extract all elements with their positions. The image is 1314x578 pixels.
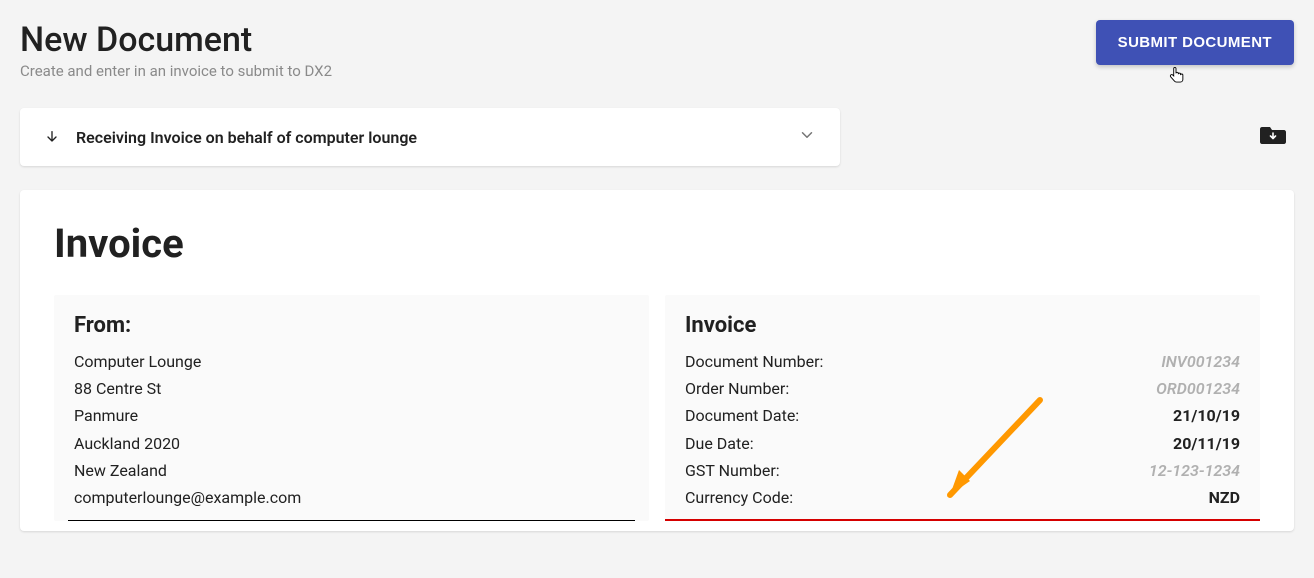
page-subtitle: Create and enter in an invoice to submit… xyxy=(20,62,332,80)
due-date-label: Due Date: xyxy=(685,430,754,457)
currency-code-value: NZD xyxy=(1209,484,1240,511)
order-number-label: Order Number: xyxy=(685,375,789,402)
receiving-invoice-expander[interactable]: Receiving Invoice on behalf of computer … xyxy=(20,108,840,166)
toolbar-row: Receiving Invoice on behalf of computer … xyxy=(20,108,1294,166)
gst-number-value: 12-123-1234 xyxy=(1149,457,1240,484)
from-country: New Zealand xyxy=(74,457,629,484)
folder-download-icon[interactable] xyxy=(1260,124,1286,150)
due-date-value: 20/11/19 xyxy=(1173,430,1240,457)
due-date-row[interactable]: Due Date: 20/11/19 xyxy=(685,430,1240,457)
submit-document-button[interactable]: SUBMIT DOCUMENT xyxy=(1096,20,1294,65)
currency-code-row[interactable]: Currency Code: NZD xyxy=(685,484,1240,511)
order-number-row[interactable]: Order Number: ORD001234 xyxy=(685,375,1240,402)
invoice-section-title: Invoice xyxy=(54,220,1260,267)
gst-number-label: GST Number: xyxy=(685,457,780,484)
invoice-card: Invoice From: Computer Lounge 88 Centre … xyxy=(20,190,1294,531)
invoice-meta-panel: Invoice Document Number: INV001234 Order… xyxy=(665,295,1260,521)
document-number-row[interactable]: Document Number: INV001234 xyxy=(685,348,1240,375)
document-number-label: Document Number: xyxy=(685,348,823,375)
order-number-value: ORD001234 xyxy=(1156,375,1240,402)
title-block: New Document Create and enter in an invo… xyxy=(20,20,332,80)
from-email: computerlounge@example.com xyxy=(74,484,629,511)
page-title: New Document xyxy=(20,20,332,60)
document-date-row[interactable]: Document Date: 21/10/19 xyxy=(685,402,1240,429)
currency-code-label: Currency Code: xyxy=(685,484,793,511)
from-address: Computer Lounge 88 Centre St Panmure Auc… xyxy=(74,348,629,511)
from-panel: From: Computer Lounge 88 Centre St Panmu… xyxy=(54,295,649,521)
invoice-panels: From: Computer Lounge 88 Centre St Panmu… xyxy=(54,295,1260,521)
chevron-down-icon xyxy=(798,126,816,148)
arrow-down-icon xyxy=(44,129,60,145)
from-street: 88 Centre St xyxy=(74,375,629,402)
from-name: Computer Lounge xyxy=(74,348,629,375)
document-date-value: 21/10/19 xyxy=(1173,402,1240,429)
invoice-meta-heading: Invoice xyxy=(685,313,1240,338)
from-suburb: Panmure xyxy=(74,402,629,429)
document-date-label: Document Date: xyxy=(685,402,799,429)
document-number-value: INV001234 xyxy=(1161,348,1240,375)
expander-label: Receiving Invoice on behalf of computer … xyxy=(76,128,798,147)
page-header: New Document Create and enter in an invo… xyxy=(20,20,1294,80)
from-heading: From: xyxy=(74,313,629,338)
from-city: Auckland 2020 xyxy=(74,430,629,457)
gst-number-row[interactable]: GST Number: 12-123-1234 xyxy=(685,457,1240,484)
